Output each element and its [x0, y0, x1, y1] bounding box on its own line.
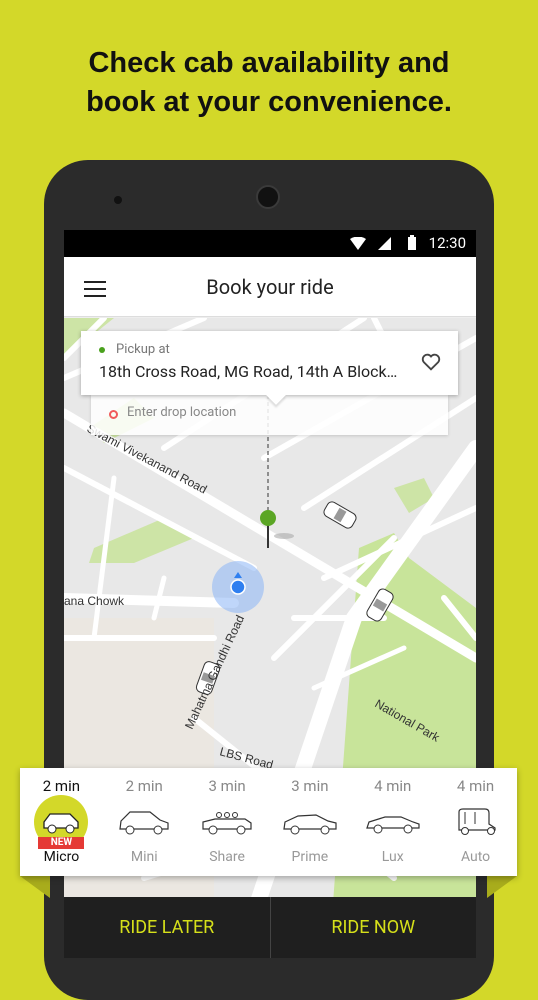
mini-car-icon: [119, 811, 169, 835]
vehicle-name: Share: [209, 849, 245, 865]
share-car-icon: [202, 812, 252, 835]
drop-location-input[interactable]: Enter drop location: [91, 395, 448, 435]
pickup-address[interactable]: 18th Cross Road, MG Road, 14th A Block…: [99, 362, 397, 381]
pickup-dot-icon: [99, 347, 105, 353]
vehicle-option-share[interactable]: 3 min Share: [186, 768, 269, 876]
vehicle-name: Lux: [381, 849, 404, 865]
vehicle-option-lux[interactable]: 4 min Lux: [351, 768, 434, 876]
app-bar: Book your ride: [64, 257, 476, 317]
vehicle-eta: 3 min: [208, 777, 246, 795]
selector-fold-right: [487, 876, 517, 898]
vehicle-option-prime[interactable]: 3 min Prime: [268, 768, 351, 876]
vehicle-eta: 2 min: [125, 777, 163, 795]
headline-line-1: Check cab availability and: [88, 47, 450, 79]
signal-icon: [378, 237, 391, 250]
vehicle-name: Prime: [291, 849, 329, 865]
status-bar: 12:30: [64, 230, 476, 257]
new-badge: NEW: [38, 837, 85, 849]
heart-icon[interactable]: [420, 351, 442, 373]
vehicle-selector: 2 min NEW Micro 2 min Mini 3 min Share 3…: [20, 768, 517, 876]
vehicle-name: Auto: [460, 849, 491, 865]
vehicle-option-auto[interactable]: 4 min Auto: [434, 768, 517, 876]
headline: Check cab availability and book at your …: [0, 44, 538, 122]
vehicle-eta: 2 min: [42, 777, 81, 795]
pickup-label: Pickup at: [116, 342, 170, 357]
vehicle-option-micro[interactable]: 2 min NEW Micro: [20, 768, 103, 876]
micro-car-icon: NEW: [34, 795, 89, 849]
drop-placeholder: Enter drop location: [127, 405, 237, 420]
pickup-card[interactable]: Pickup at 18th Cross Road, MG Road, 14th…: [81, 331, 458, 405]
page-title: Book your ride: [206, 275, 334, 299]
selector-fold-left: [20, 876, 50, 898]
drop-dot-icon: [109, 410, 118, 419]
status-time: 12:30: [428, 234, 466, 252]
wifi-icon: [350, 237, 366, 250]
pickup-pin-icon[interactable]: [260, 510, 276, 526]
auto-rickshaw-icon: [457, 808, 496, 835]
vehicle-name: Mini: [130, 849, 158, 865]
headline-line-2: book at your convenience.: [86, 86, 452, 118]
vehicle-name: Micro: [43, 849, 80, 865]
vehicle-eta: 4 min: [456, 777, 495, 795]
vehicle-eta: 3 min: [291, 777, 329, 795]
ride-later-button[interactable]: RIDE LATER: [64, 897, 271, 958]
phone-speaker: [114, 196, 122, 204]
ride-now-button[interactable]: RIDE NOW: [271, 897, 477, 958]
lux-car-icon: [365, 816, 420, 834]
phone-camera: [256, 185, 280, 209]
battery-icon: [408, 235, 416, 250]
map-label-road: ana Chowk: [64, 594, 125, 608]
vehicle-eta: 4 min: [374, 777, 412, 795]
prime-car-icon: [283, 814, 337, 835]
action-bar: RIDE LATER RIDE NOW: [64, 897, 476, 958]
vehicle-option-mini[interactable]: 2 min Mini: [103, 768, 186, 876]
